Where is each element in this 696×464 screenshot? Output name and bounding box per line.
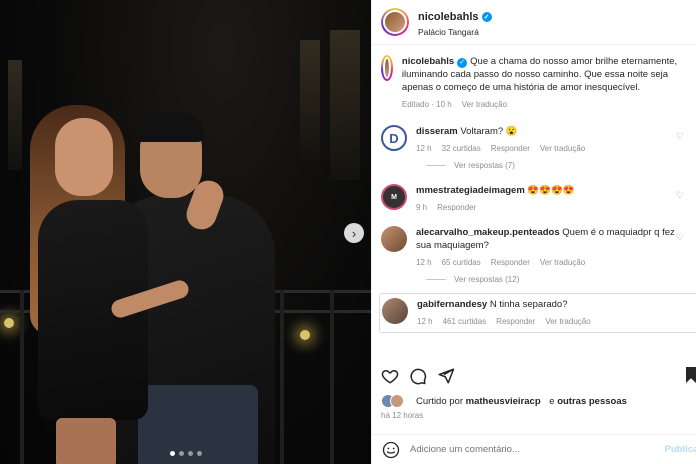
- post-photo[interactable]: ›: [0, 0, 371, 464]
- likes-summary: Curtido por matheusvieiracp e outras pes…: [381, 394, 627, 408]
- comment-likes[interactable]: 461 curtidas: [443, 315, 487, 328]
- post-time-ago: há 12 horas: [381, 411, 424, 420]
- like-comment-icon[interactable]: ♡: [676, 232, 684, 243]
- comment-time: 12 h: [416, 258, 432, 267]
- post-actions: [381, 365, 696, 387]
- railing-post: [330, 290, 334, 464]
- comment-item: D disseram Voltaram? 😮 12 h 32 curtidas …: [372, 125, 696, 155]
- comment-text: 😍😍😍😍: [527, 185, 575, 196]
- comment-input[interactable]: [410, 444, 665, 455]
- save-bookmark-icon[interactable]: [686, 367, 696, 383]
- verified-icon: ✓: [457, 57, 468, 68]
- comment-item: alecarvalho_makeup.penteados Quem é o ma…: [372, 226, 696, 269]
- reply-button[interactable]: Responder: [491, 142, 530, 155]
- post-viewer: › nicolebahls ✓ Palácio Tangará nicoleba…: [0, 0, 696, 464]
- translate-link[interactable]: Ver tradução: [545, 315, 590, 328]
- share-send-icon[interactable]: [437, 367, 455, 385]
- likes-joiner: e: [549, 395, 555, 407]
- post-header: nicolebahls ✓ Palácio Tangará: [372, 0, 696, 45]
- caption-author-avatar[interactable]: [381, 55, 393, 81]
- add-comment-bar: Publicar: [372, 434, 696, 464]
- commenter-avatar[interactable]: [382, 298, 408, 324]
- comment-bubble-icon[interactable]: [409, 367, 427, 385]
- background-window: [8, 60, 22, 170]
- comments-list[interactable]: nicolebahls ✓ Que a chama do nosso amor br…: [372, 46, 696, 356]
- likes-others-link[interactable]: outras pessoas: [557, 396, 627, 407]
- commenter-avatar[interactable]: [381, 226, 407, 252]
- lamp-light: [300, 330, 310, 340]
- view-replies[interactable]: Ver respostas (12): [426, 275, 696, 284]
- comment-text: N tinha separado?: [489, 299, 568, 310]
- reply-button[interactable]: Responder: [491, 256, 530, 269]
- like-heart-icon[interactable]: [381, 367, 399, 385]
- reply-button[interactable]: Responder: [437, 201, 476, 214]
- author-avatar[interactable]: [381, 8, 409, 36]
- background-window: [330, 30, 360, 180]
- man-hair: [136, 112, 204, 142]
- commenter-username[interactable]: mmestrategiadeimagem: [416, 185, 525, 196]
- comment-time: 12 h: [416, 144, 432, 153]
- carousel-dot[interactable]: [187, 451, 193, 456]
- post-side-panel: nicolebahls ✓ Palácio Tangará nicolebahl…: [371, 0, 696, 464]
- caption-username[interactable]: nicolebahls: [402, 56, 454, 67]
- comment-likes[interactable]: 32 curtidas: [442, 142, 481, 155]
- liker-avatar[interactable]: [390, 394, 404, 408]
- post-location[interactable]: Palácio Tangará: [418, 27, 492, 37]
- author-username-text[interactable]: nicolebahls: [418, 11, 479, 23]
- liker-username[interactable]: matheusvieiracp: [466, 396, 541, 407]
- post-caption: nicolebahls ✓ Que a chama do nosso amor br…: [372, 46, 696, 111]
- lamp-light: [4, 318, 14, 328]
- woman-face: [55, 118, 113, 196]
- view-replies-label[interactable]: Ver respostas (12): [454, 275, 519, 284]
- view-replies[interactable]: Ver respostas (7): [426, 161, 696, 170]
- caption-timestamp: Editado · 10 h: [401, 100, 452, 109]
- caption-translate-link[interactable]: Ver tradução: [462, 98, 507, 111]
- like-comment-icon[interactable]: ♡: [676, 131, 684, 142]
- comment-likes[interactable]: 65 curtidas: [442, 256, 481, 269]
- woman-legs: [56, 418, 116, 464]
- translate-link[interactable]: Ver tradução: [540, 256, 585, 269]
- carousel-dot[interactable]: [196, 451, 202, 456]
- view-replies-label[interactable]: Ver respostas (7): [454, 161, 515, 170]
- commenter-username[interactable]: alecarvalho_makeup.penteados: [416, 227, 560, 238]
- like-comment-icon[interactable]: ♡: [676, 190, 684, 201]
- comment-time: 9 h: [416, 203, 428, 212]
- carousel-dots: [0, 451, 371, 456]
- commenter-username[interactable]: disseram: [416, 126, 458, 137]
- comment-item: M mmestrategiadeimagem 😍😍😍😍 9 h Responde…: [372, 184, 696, 214]
- comment-text: Voltaram? 😮: [460, 126, 518, 137]
- carousel-dot[interactable]: [169, 451, 175, 456]
- carousel-dot[interactable]: [178, 451, 184, 456]
- publish-button[interactable]: Publicar: [665, 444, 696, 455]
- comment-item-highlighted: gabifernandesy N tinha separado? 12 h 46…: [379, 293, 696, 333]
- commenter-avatar[interactable]: M: [381, 184, 407, 210]
- author-username[interactable]: nicolebahls ✓: [418, 11, 492, 23]
- railing-post: [280, 290, 284, 464]
- commenter-username[interactable]: gabifernandesy: [417, 299, 487, 310]
- translate-link[interactable]: Ver tradução: [540, 142, 585, 155]
- verified-icon: ✓: [481, 12, 492, 22]
- next-photo-button[interactable]: ›: [344, 223, 364, 243]
- emoji-icon[interactable]: [382, 441, 400, 459]
- railing-post: [20, 290, 24, 464]
- comment-time: 12 h: [417, 317, 433, 326]
- reply-button[interactable]: Responder: [496, 315, 535, 328]
- likes-prefix: Curtido por: [416, 395, 463, 407]
- commenter-avatar[interactable]: D: [381, 125, 407, 151]
- background-window: [300, 40, 320, 160]
